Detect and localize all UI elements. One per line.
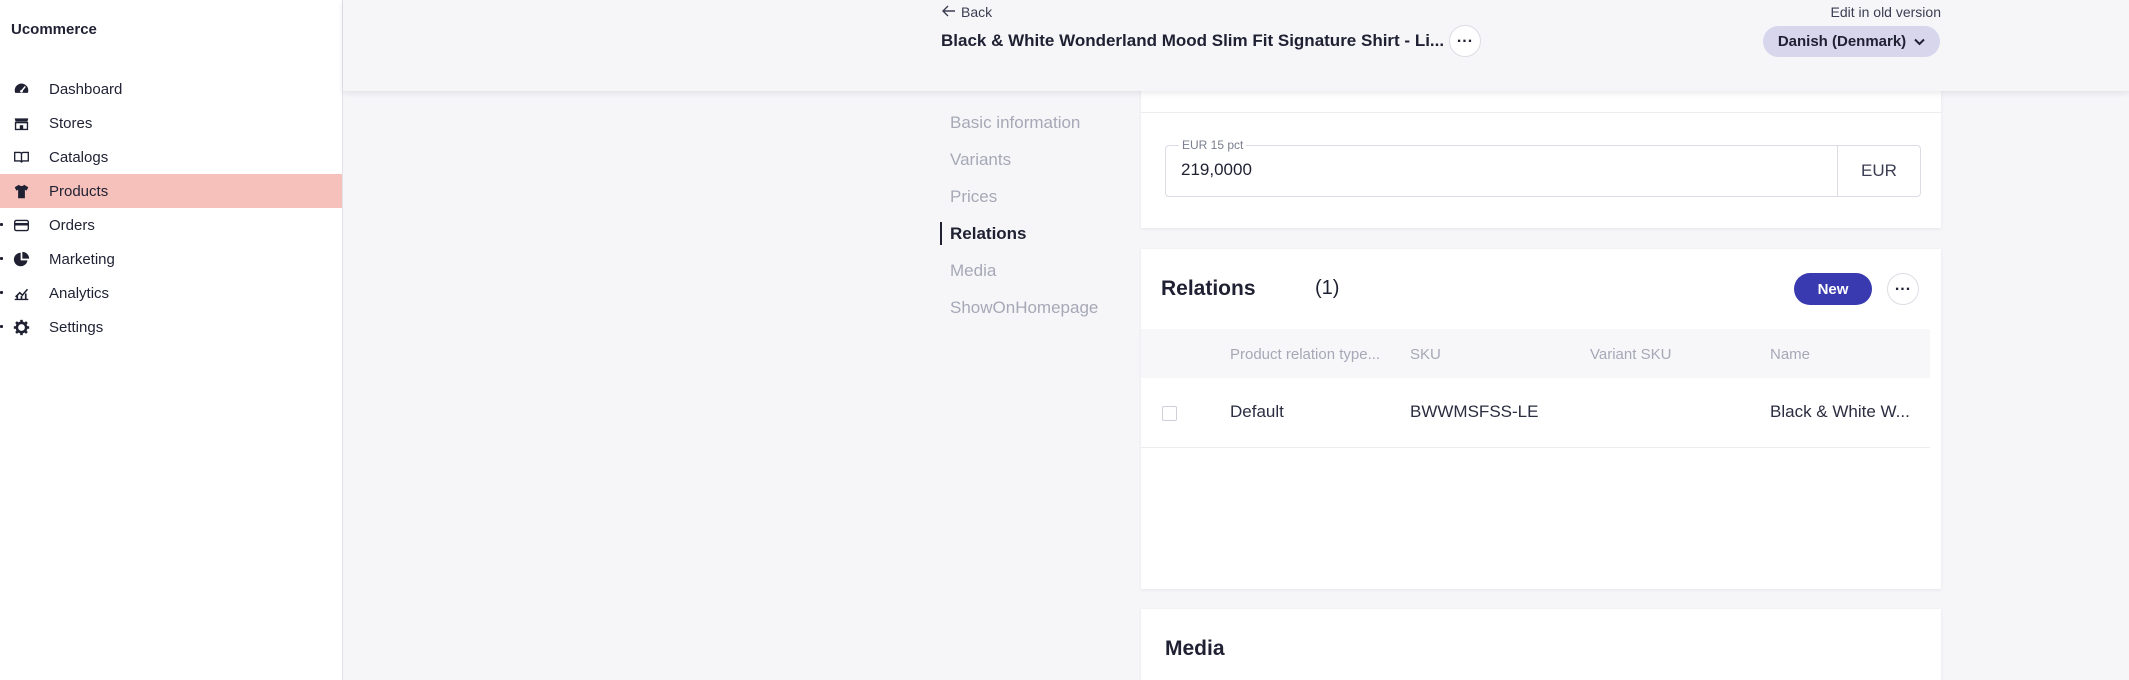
sidebar-item-dashboard[interactable]: Dashboard <box>0 72 342 106</box>
sidebar-nav: Dashboard Stores Catalogs Products Order… <box>0 72 342 344</box>
sidebar-item-label: Stores <box>49 114 93 132</box>
sidebar-item-label: Dashboard <box>49 80 123 98</box>
analytics-icon <box>12 284 30 302</box>
more-horizontal-icon: ... <box>1894 277 1912 294</box>
price-input[interactable]: 219,0000 <box>1181 160 1252 180</box>
sidebar: Ucommerce Dashboard Stores Catalogs Prod… <box>0 0 343 680</box>
price-field-eur[interactable]: EUR 15 pct 219,0000 EUR <box>1165 138 1921 197</box>
sidebar-item-label: Marketing <box>49 250 115 268</box>
relations-count: (1) <box>1315 277 1340 299</box>
shirt-icon <box>12 182 30 200</box>
cell-name: Black & White W... <box>1770 402 1910 421</box>
column-header-variant-sku[interactable]: Variant SKU <box>1590 346 1671 363</box>
cell-relation-type: Default <box>1230 402 1284 421</box>
column-header-sku[interactable]: SKU <box>1410 346 1441 363</box>
back-label: Back <box>961 4 993 20</box>
sidebar-item-settings[interactable]: Settings <box>0 310 342 344</box>
column-header-relation-type[interactable]: Product relation type... <box>1230 346 1380 363</box>
back-link[interactable]: Back <box>942 4 992 20</box>
media-title: Media <box>1165 637 1225 660</box>
table-row[interactable]: Default BWWMSFSS-LE Black & White W... <box>1141 378 1930 448</box>
relations-more-options-button[interactable]: ... <box>1887 273 1919 305</box>
page-title: Black & White Wonderland Mood Slim Fit S… <box>941 31 1445 50</box>
currency-unit: EUR <box>1837 146 1920 196</box>
sidebar-item-analytics[interactable]: Analytics <box>0 276 342 310</box>
expand-caret-icon <box>0 325 3 328</box>
expand-caret-icon <box>0 291 3 294</box>
section-link-media[interactable]: Media <box>940 252 1098 289</box>
dashboard-icon <box>12 80 30 98</box>
price-field-label: EUR 15 pct <box>1179 138 1247 152</box>
sidebar-item-label: Orders <box>49 216 95 234</box>
more-horizontal-icon: ... <box>1456 29 1474 46</box>
arrow-left-icon <box>942 4 956 20</box>
media-card: Media <box>1141 609 1941 680</box>
page-header: Back Black & White Wonderland Mood Slim … <box>343 0 2129 91</box>
new-relation-button[interactable]: New <box>1794 273 1872 305</box>
relations-card: Relations (1) New ... Product relation t… <box>1141 249 1941 589</box>
sidebar-item-label: Products <box>49 182 109 200</box>
orders-icon <box>12 216 30 234</box>
section-link-showonhomepage[interactable]: ShowOnHomepage <box>940 289 1098 326</box>
row-checkbox[interactable] <box>1162 406 1177 421</box>
store-icon <box>12 114 30 132</box>
sidebar-item-catalogs[interactable]: Catalogs <box>0 140 342 174</box>
section-link-basic-information[interactable]: Basic information <box>940 104 1098 141</box>
language-selector[interactable]: Danish (Denmark) <box>1763 26 1940 57</box>
cell-sku: BWWMSFSS-LE <box>1410 402 1539 421</box>
gear-icon <box>12 318 30 336</box>
sidebar-item-label: Settings <box>49 318 104 336</box>
column-header-name[interactable]: Name <box>1770 346 1810 363</box>
sidebar-item-label: Catalogs <box>49 148 109 166</box>
expand-caret-icon <box>0 257 3 260</box>
sidebar-item-stores[interactable]: Stores <box>0 106 342 140</box>
sidebar-item-marketing[interactable]: Marketing <box>0 242 342 276</box>
table-header: Product relation type... SKU Variant SKU… <box>1141 329 1930 378</box>
sidebar-item-label: Analytics <box>49 284 110 302</box>
sidebar-item-orders[interactable]: Orders <box>0 208 342 242</box>
prices-card: EUR 15 pct 219,0000 EUR <box>1141 72 1941 228</box>
language-label: Danish (Denmark) <box>1777 33 1907 50</box>
section-link-prices[interactable]: Prices <box>940 178 1098 215</box>
brand-logo[interactable]: Ucommerce <box>11 21 97 38</box>
relations-table: Product relation type... SKU Variant SKU… <box>1141 329 1930 448</box>
edit-in-old-version-link[interactable]: Edit in old version <box>1830 4 1941 20</box>
section-nav: Basic information Variants Prices Relati… <box>940 104 1098 326</box>
section-link-variants[interactable]: Variants <box>940 141 1098 178</box>
expand-caret-icon <box>0 223 3 226</box>
chevron-down-icon <box>1914 33 1925 50</box>
section-link-relations[interactable]: Relations <box>940 215 1098 252</box>
product-more-options-button[interactable]: ... <box>1449 25 1481 57</box>
catalog-icon <box>12 148 30 166</box>
marketing-icon <box>12 250 30 268</box>
divider <box>1141 112 1941 113</box>
sidebar-item-products[interactable]: Products <box>0 174 342 208</box>
relations-title: Relations <box>1161 277 1256 300</box>
